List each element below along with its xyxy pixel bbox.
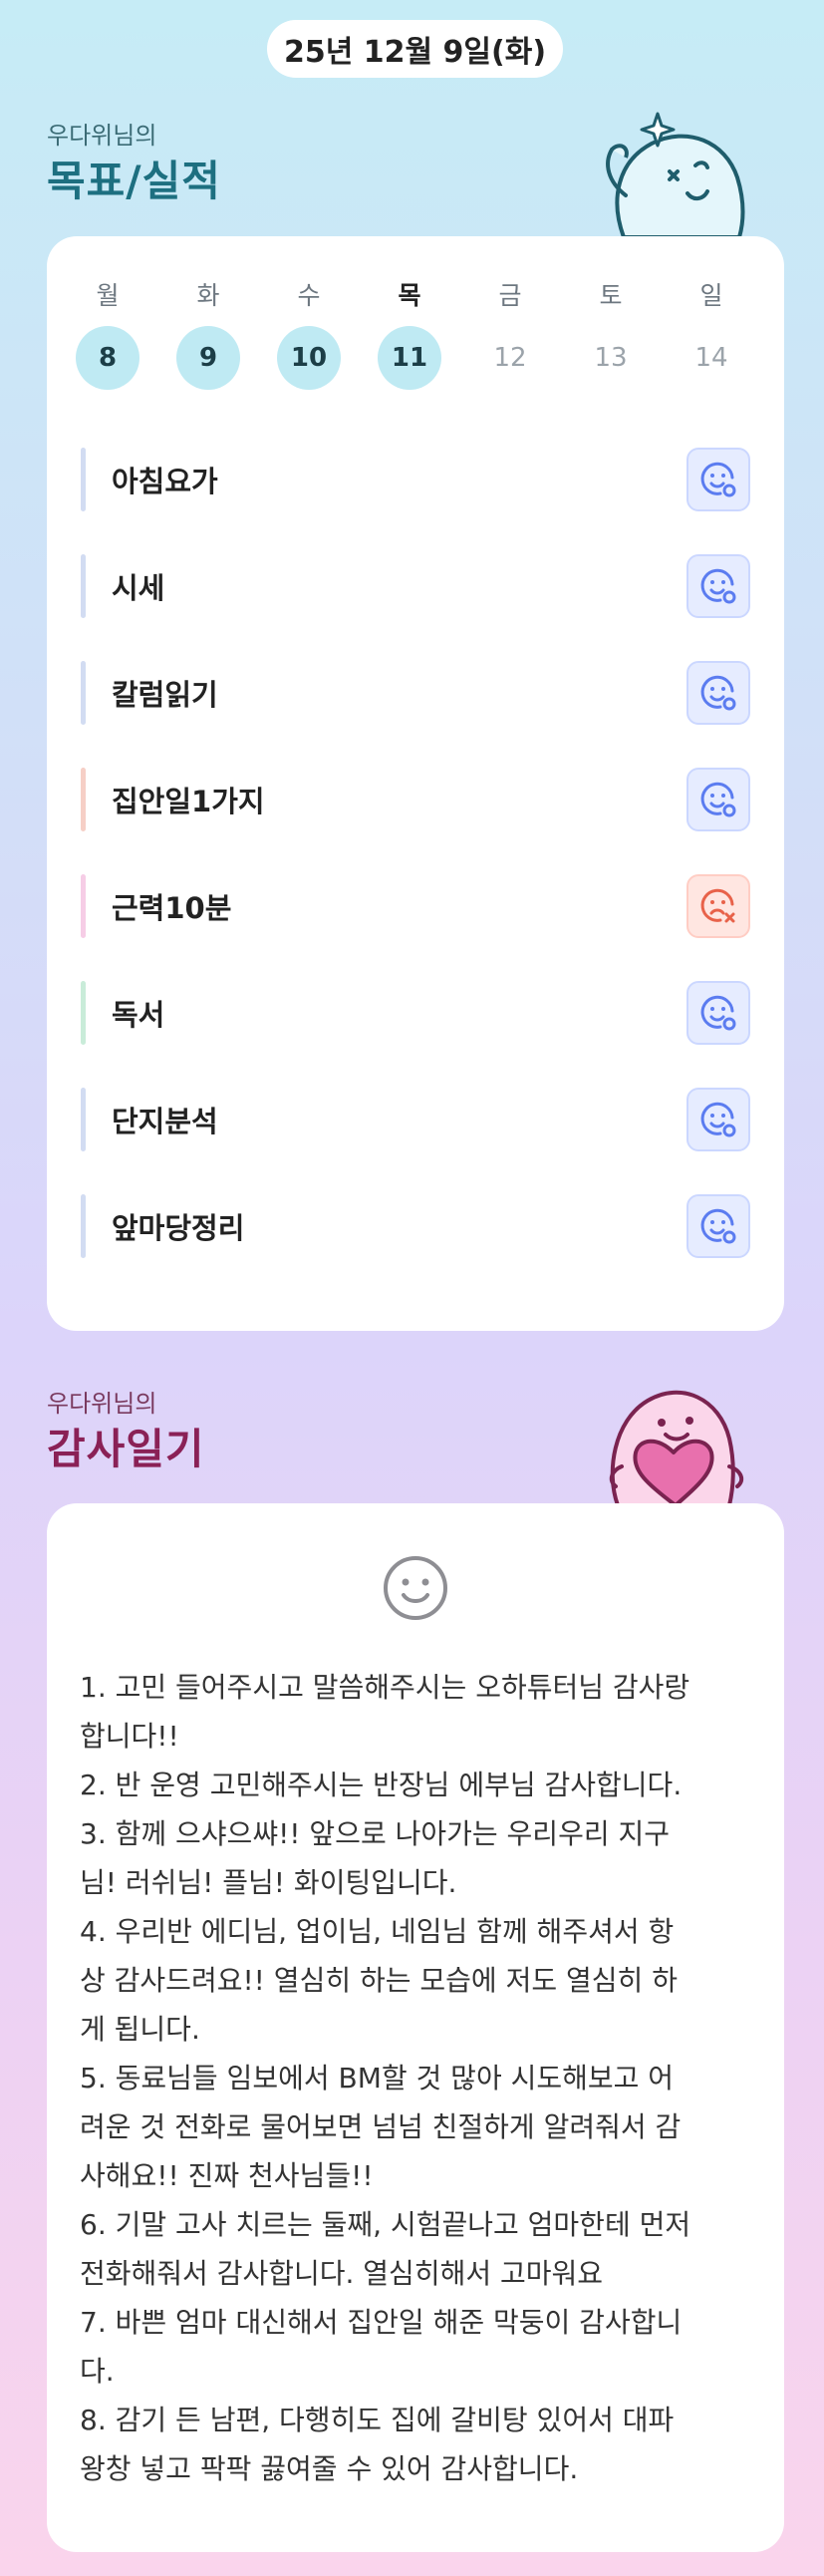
smile-check-icon [700, 1208, 736, 1244]
smile-check-icon [700, 462, 736, 497]
day-name-wed: 수 [297, 281, 321, 310]
smile-check-icon [700, 1102, 736, 1137]
smiley-face-icon [384, 1556, 447, 1620]
goal-row[interactable]: 아침요가 [81, 446, 750, 513]
smile-check-icon [700, 675, 736, 711]
goal-row[interactable]: 집안일1가지 [81, 766, 750, 833]
goal-color-bar [81, 554, 86, 618]
date-pill[interactable]: 25년 12월 9일(화) [267, 20, 563, 78]
goal-label: 독서 [112, 998, 165, 1032]
goal-row[interactable]: 단지분석 [81, 1086, 750, 1153]
gratitude-card: 1. 고민 들어주시고 말씀해주시는 오하튜터님 감사랑 합니다!! 2. 반 … [47, 1503, 784, 2552]
gratitude-text: 1. 고민 들어주시고 말씀해주시는 오하튜터님 감사랑 합니다!! 2. 반 … [80, 1671, 691, 2485]
day-number-14[interactable]: 14 [680, 326, 743, 390]
goal-status-button[interactable] [687, 1088, 750, 1151]
day-number-10[interactable]: 10 [277, 326, 341, 390]
day-name-sun: 일 [699, 281, 723, 310]
goal-label: 앞마당정리 [112, 1211, 245, 1245]
goal-color-bar [81, 874, 86, 938]
day-name-mon: 월 [96, 281, 120, 310]
week-calendar: 월 화 수 목 금 토 일 8 9 10 11 12 13 14 [57, 276, 774, 390]
smile-check-icon [700, 568, 736, 604]
blue-mascot-illustration [606, 112, 745, 237]
day-number-11[interactable]: 11 [378, 326, 441, 390]
goal-color-bar [81, 1088, 86, 1151]
goal-row[interactable]: 독서 [81, 979, 750, 1047]
goal-status-button[interactable] [687, 554, 750, 618]
goal-row[interactable]: 칼럼읽기 [81, 659, 750, 727]
smile-check-icon [700, 995, 736, 1031]
goal-status-button[interactable] [687, 1194, 750, 1258]
goal-list: 아침요가 시세 칼럼읽기 집안일1가지 근력10분 독서 단지분석 앞마당정리 [81, 446, 750, 1299]
goal-status-button[interactable] [687, 981, 750, 1045]
day-number-12[interactable]: 12 [478, 326, 542, 390]
goal-row[interactable]: 앞마당정리 [81, 1192, 750, 1260]
goal-color-bar [81, 981, 86, 1045]
gratitude-section-title: 감사일기 [47, 1425, 205, 1473]
gratitude-section-subtitle: 우다위님의 [47, 1390, 157, 1418]
goal-label: 칼럼읽기 [112, 678, 218, 712]
smile-check-icon [700, 782, 736, 817]
goal-color-bar [81, 661, 86, 725]
goal-status-button[interactable] [687, 661, 750, 725]
goal-label: 집안일1가지 [112, 785, 265, 818]
day-number-13[interactable]: 13 [579, 326, 643, 390]
goal-color-bar [81, 448, 86, 511]
day-name-thu: 목 [398, 281, 421, 310]
goal-row[interactable]: 시세 [81, 552, 750, 620]
day-name-sat: 토 [599, 281, 623, 310]
goal-status-button[interactable] [687, 448, 750, 511]
day-name-fri: 금 [498, 281, 522, 310]
goals-section-subtitle: 우다위님의 [47, 122, 157, 150]
goal-label: 단지분석 [112, 1105, 218, 1138]
goal-color-bar [81, 1194, 86, 1258]
goal-label: 시세 [112, 571, 165, 605]
goal-status-button[interactable] [687, 874, 750, 938]
goal-row[interactable]: 근력10분 [81, 872, 750, 940]
goal-label: 근력10분 [112, 891, 232, 925]
day-number-9[interactable]: 9 [176, 326, 240, 390]
goal-label: 아침요가 [112, 465, 218, 498]
goal-status-button[interactable] [687, 768, 750, 831]
sad-x-icon [700, 888, 735, 923]
pink-mascot-heart-illustration [609, 1390, 744, 1505]
goals-card: 월 화 수 목 금 토 일 8 9 10 11 12 13 14 아침요가 시세… [47, 236, 784, 1331]
day-name-tue: 화 [196, 281, 220, 310]
goal-color-bar [81, 768, 86, 831]
goals-section-title: 목표/실적 [47, 157, 221, 205]
day-number-8[interactable]: 8 [76, 326, 139, 390]
